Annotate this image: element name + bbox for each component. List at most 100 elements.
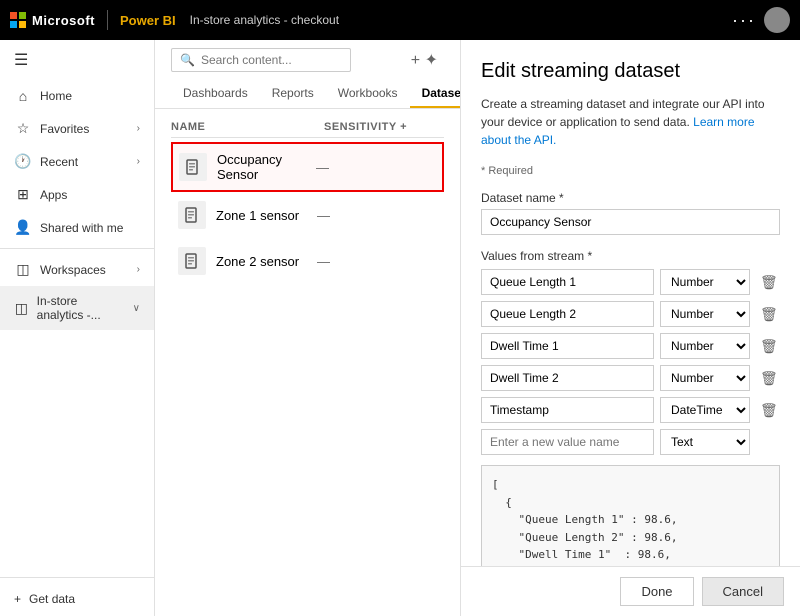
content-top-row: 🔍 + ✦ [171, 48, 444, 72]
favorites-icon: ☆ [14, 120, 32, 137]
new-value-input[interactable] [481, 429, 654, 455]
content-header: 🔍 + ✦ Dashboards Reports Workbooks Datas… [155, 40, 460, 109]
dataset-name-label: Dataset name * [481, 191, 780, 205]
main-layout: ☰ ⌂ Home ☆ Favorites › 🕐 Recent › ⊞ Apps… [0, 40, 800, 616]
panel-title: Edit streaming dataset [481, 60, 780, 83]
get-data-button[interactable]: + Get data [0, 582, 154, 616]
stream-row-1: NumberTextDateTimeTrue/False 🗑 [481, 269, 780, 295]
ms-grid-icon [10, 12, 26, 28]
sidebar-divider [0, 248, 154, 249]
sidebar-item-workspaces[interactable]: ◫ Workspaces › [0, 253, 154, 286]
dataset-row-zone2[interactable]: Zone 2 sensor — [171, 238, 444, 284]
sidebar-bottom: + Get data [0, 573, 154, 616]
sidebar-item-recent[interactable]: 🕐 Recent › [0, 145, 154, 178]
stream-input-3[interactable] [481, 333, 654, 359]
more-options-button[interactable]: ··· [732, 10, 756, 31]
dataset-icon-zone2 [178, 247, 206, 275]
panel-body: Edit streaming dataset Create a streamin… [461, 40, 800, 566]
tab-dashboards[interactable]: Dashboards [171, 80, 260, 108]
stream-type-3[interactable]: NumberTextDateTimeTrue/False [660, 333, 750, 359]
instore-icon: ◫ [14, 300, 29, 317]
tab-reports[interactable]: Reports [260, 80, 326, 108]
workspaces-icon: ◫ [14, 261, 32, 278]
stream-type-2[interactable]: NumberTextDateTimeTrue/False [660, 301, 750, 327]
chevron-right-icon: › [137, 123, 140, 134]
stream-row-5: NumberTextDateTimeTrue/False 🗑 [481, 397, 780, 423]
sidebar-workspaces-label: Workspaces [40, 263, 106, 277]
stream-type-1[interactable]: NumberTextDateTimeTrue/False [660, 269, 750, 295]
stream-type-5[interactable]: NumberTextDateTimeTrue/False [660, 397, 750, 423]
stream-delete-5[interactable]: 🗑 [756, 400, 782, 421]
sidebar-instore-label: In-store analytics -... [37, 294, 125, 322]
chevron-right-icon: › [137, 156, 140, 167]
json-preview: [ { "Queue Length 1" : 98.6, "Queue Leng… [481, 465, 780, 566]
chevron-right-icon: › [137, 264, 140, 275]
powerbi-brand: Power BI [120, 13, 176, 28]
sidebar-item-apps[interactable]: ⊞ Apps [0, 178, 154, 211]
dataset-icon-zone1 [178, 201, 206, 229]
dataset-file-icon [184, 207, 200, 223]
sidebar-favorites-label: Favorites [40, 122, 89, 136]
done-button[interactable]: Done [620, 577, 693, 606]
dataset-name-input[interactable] [481, 209, 780, 235]
col-header-sensitivity: SENSITIVITY + [324, 121, 444, 133]
tabs: Dashboards Reports Workbooks Datasets Da… [171, 80, 444, 108]
content-area: 🔍 + ✦ Dashboards Reports Workbooks Datas… [155, 40, 460, 616]
get-data-icon: + [14, 592, 21, 606]
add-button[interactable]: + ✦ [405, 48, 444, 72]
dataset-name-zone2: Zone 2 sensor [216, 254, 317, 269]
sidebar-item-favorites[interactable]: ☆ Favorites › [0, 112, 154, 145]
stream-row-2: NumberTextDateTimeTrue/False 🗑 [481, 301, 780, 327]
dataset-row-occupancy[interactable]: Occupancy Sensor — [171, 142, 444, 192]
stream-row-4: NumberTextDateTimeTrue/False 🗑 [481, 365, 780, 391]
panel-description: Create a streaming dataset and integrate… [481, 95, 780, 149]
sidebar-item-instore[interactable]: ◫ In-store analytics -... ∨ [0, 286, 154, 330]
dataset-name-zone1: Zone 1 sensor [216, 208, 317, 223]
sidebar: ☰ ⌂ Home ☆ Favorites › 🕐 Recent › ⊞ Apps… [0, 40, 155, 616]
home-icon: ⌂ [14, 88, 32, 104]
topbar-divider [107, 10, 108, 30]
dataset-name-occupancy: Occupancy Sensor [217, 152, 316, 182]
edit-streaming-panel: Edit streaming dataset Create a streamin… [460, 40, 800, 616]
search-icon: 🔍 [180, 53, 195, 67]
sidebar-bottom-divider [0, 577, 154, 578]
tab-datasets[interactable]: Datasets [410, 80, 460, 108]
sidebar-home-label: Home [40, 89, 72, 103]
dataset-row-zone1[interactable]: Zone 1 sensor — [171, 192, 444, 238]
sidebar-item-home[interactable]: ⌂ Home [0, 80, 154, 112]
required-note: * Required [481, 165, 780, 177]
dataset-sensitivity-occupancy: — [316, 160, 436, 175]
dataset-table-header: NAME SENSITIVITY + [171, 117, 444, 138]
values-section: Values from stream * NumberTextDateTimeT… [481, 249, 780, 455]
stream-delete-4[interactable]: 🗑 [756, 368, 782, 389]
cancel-button[interactable]: Cancel [702, 577, 784, 606]
get-data-label: Get data [29, 592, 75, 606]
stream-delete-3[interactable]: 🗑 [756, 336, 782, 357]
dataset-file-icon [185, 159, 201, 175]
tab-workbooks[interactable]: Workbooks [326, 80, 410, 108]
stream-input-5[interactable] [481, 397, 654, 423]
search-box[interactable]: 🔍 [171, 48, 351, 72]
sidebar-item-shared[interactable]: 👤 Shared with me [0, 211, 154, 244]
topbar: Microsoft Power BI In-store analytics - … [0, 0, 800, 40]
new-value-type[interactable]: TextNumberDateTimeTrue/False [660, 429, 750, 455]
sidebar-shared-label: Shared with me [40, 221, 123, 235]
search-input[interactable] [201, 53, 331, 67]
hamburger-button[interactable]: ☰ [0, 40, 154, 80]
sidebar-apps-label: Apps [40, 188, 67, 202]
stream-delete-2[interactable]: 🗑 [756, 304, 782, 325]
stream-input-1[interactable] [481, 269, 654, 295]
shared-icon: 👤 [14, 219, 32, 236]
stream-type-4[interactable]: NumberTextDateTimeTrue/False [660, 365, 750, 391]
workspace-title: In-store analytics - checkout [190, 13, 339, 27]
stream-input-2[interactable] [481, 301, 654, 327]
apps-icon: ⊞ [14, 186, 32, 203]
stream-row-new: TextNumberDateTimeTrue/False 🗑 [481, 429, 780, 455]
dataset-file-icon [184, 253, 200, 269]
stream-delete-1[interactable]: 🗑 [756, 272, 782, 293]
chevron-down-icon: ∨ [133, 303, 140, 314]
dataset-sensitivity-zone2: — [317, 254, 437, 269]
stream-input-4[interactable] [481, 365, 654, 391]
user-avatar[interactable] [764, 7, 790, 33]
stream-row-3: NumberTextDateTimeTrue/False 🗑 [481, 333, 780, 359]
